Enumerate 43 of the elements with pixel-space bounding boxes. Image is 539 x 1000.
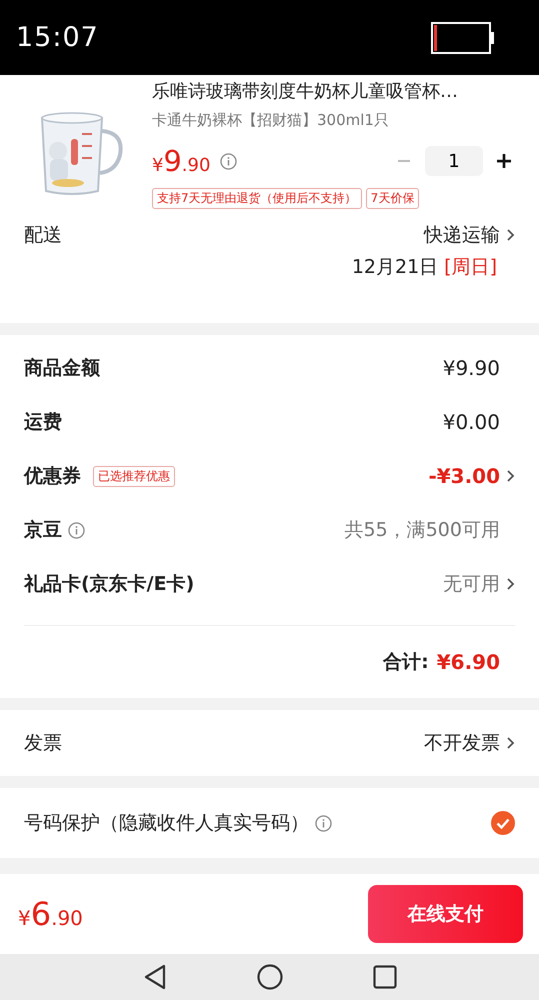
summary-value[interactable]: 无可用 <box>443 571 500 597</box>
delivery-weekday: [周日] <box>444 255 497 280</box>
delivery-method[interactable]: 快递运输 <box>424 222 500 248</box>
plus-icon[interactable] <box>497 154 511 168</box>
delivery-date: 12月21日 <box>352 255 438 280</box>
back-icon[interactable] <box>142 964 166 990</box>
total-price: ¥6.90 <box>18 895 83 933</box>
summary-value[interactable]: -¥3.00 <box>428 464 500 488</box>
protection-label: 号码保护（隐藏收件人真实号码） <box>24 811 309 836</box>
chevron-right-icon <box>506 736 515 750</box>
delivery-label: 配送 <box>24 223 62 248</box>
info-icon[interactable] <box>220 152 238 170</box>
chevron-right-icon <box>506 228 515 242</box>
pay-button[interactable]: 在线支付 <box>368 885 523 943</box>
summary-value: ¥9.90 <box>442 356 500 380</box>
summary-value: ¥0.00 <box>442 410 500 434</box>
summary-label: 礼品卡(京东卡/E卡) <box>24 572 194 597</box>
recents-icon[interactable] <box>372 965 396 989</box>
battery-icon <box>431 22 495 54</box>
summary-value: 共55，满500可用 <box>344 518 500 543</box>
product-price: ¥9.90 <box>152 144 210 178</box>
summary-label: 运费 <box>24 410 62 435</box>
invoice-value[interactable]: 不开发票 <box>424 730 500 756</box>
checkmark-icon <box>496 818 510 828</box>
service-tag: 7天价保 <box>366 188 420 209</box>
info-icon[interactable] <box>68 522 85 538</box>
chevron-right-icon <box>506 577 515 591</box>
summary-label: 京豆 <box>24 518 62 543</box>
summary-label: 优惠券 <box>24 464 81 489</box>
total-label: 合计: <box>383 650 429 675</box>
status-time: 15:07 <box>16 22 99 53</box>
quantity-field[interactable]: 1 <box>425 146 483 176</box>
product-title[interactable]: 乐唯诗玻璃带刻度牛奶杯儿童吸管杯… <box>152 79 515 103</box>
product-spec: 卡通牛奶裸杯【招财猫】300ml1只 <box>152 111 390 130</box>
total-value: ¥6.90 <box>436 650 500 674</box>
summary-label: 商品金额 <box>24 356 100 381</box>
service-tag: 支持7天无理由退货（使用后不支持） <box>152 188 362 209</box>
invoice-label: 发票 <box>24 731 62 756</box>
info-icon[interactable] <box>315 814 332 832</box>
coupon-badge: 已选推荐优惠 <box>93 466 175 486</box>
home-icon[interactable] <box>256 964 282 990</box>
chevron-right-icon <box>506 469 515 483</box>
protection-checkbox[interactable] <box>491 811 515 835</box>
